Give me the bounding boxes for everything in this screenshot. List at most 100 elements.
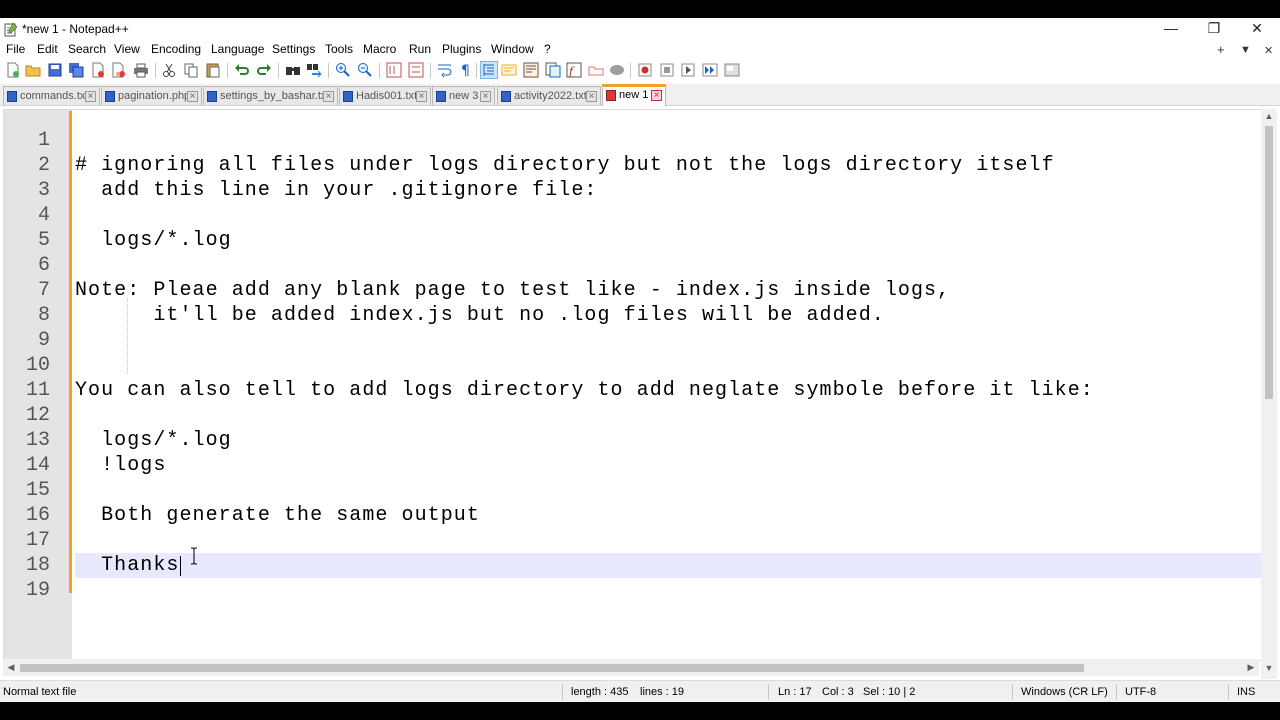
cut-icon[interactable] [161, 62, 177, 78]
line-number[interactable]: 10 [4, 353, 50, 378]
tab-close-icon[interactable]: × [586, 91, 597, 102]
code-line[interactable]: add this line in your .gitignore file: [75, 178, 597, 203]
tab-hadis001[interactable]: Hadis001.txt × [339, 86, 431, 105]
line-number[interactable]: 19 [4, 578, 50, 603]
line-number[interactable]: 2 [4, 153, 50, 178]
doc-list-icon[interactable] [545, 62, 561, 78]
line-number[interactable]: 1 [4, 128, 50, 153]
menu-tools[interactable]: Tools [325, 42, 353, 56]
sync-horizontal-icon[interactable] [408, 62, 424, 78]
menu-file[interactable]: File [6, 42, 25, 56]
line-number[interactable]: 8 [4, 303, 50, 328]
word-wrap-icon[interactable] [437, 62, 453, 78]
close-document-icon[interactable]: ✕ [1264, 44, 1273, 57]
close-window-button[interactable]: ✕ [1235, 18, 1279, 41]
menu-run[interactable]: Run [409, 42, 431, 56]
line-number[interactable]: 18 [4, 553, 50, 578]
tab-new-3[interactable]: new 3 × [432, 86, 495, 105]
tab-close-icon[interactable]: × [85, 91, 96, 102]
code-line[interactable]: You can also tell to add logs directory … [75, 378, 1094, 403]
find-icon[interactable] [285, 62, 301, 78]
code-line[interactable]: it'll be added index.js but no .log file… [75, 303, 885, 328]
tab-settings-by-bashar[interactable]: settings_by_bashar.txt × [203, 86, 338, 105]
line-number[interactable]: 7 [4, 278, 50, 303]
folder-workspace-icon[interactable] [588, 62, 604, 78]
new-file-icon[interactable] [5, 62, 21, 78]
sync-vertical-icon[interactable] [386, 62, 402, 78]
tab-close-icon[interactable]: × [187, 91, 198, 102]
text-editor[interactable]: 1 2 3 4 5 6 7 8 9 10 11 12 13 14 15 16 17 18 19 # ignoring… [3, 109, 1262, 661]
close-icon[interactable] [90, 62, 106, 78]
menu-view[interactable]: View [114, 42, 140, 56]
tab-close-icon[interactable]: × [651, 90, 662, 101]
line-number[interactable]: 12 [4, 403, 50, 428]
tab-list-dropdown-icon[interactable]: ▼ [1240, 44, 1251, 56]
open-file-icon[interactable] [25, 62, 41, 78]
scroll-right-icon[interactable]: ▶ [1243, 662, 1259, 673]
horizontal-scroll-thumb[interactable] [20, 664, 1084, 672]
zoom-out-icon[interactable] [357, 62, 373, 78]
line-number[interactable]: 6 [4, 253, 50, 278]
line-number[interactable]: 9 [4, 328, 50, 353]
line-number[interactable]: 15 [4, 478, 50, 503]
save-all-icon[interactable] [68, 62, 84, 78]
restore-button[interactable]: ❐ [1192, 18, 1236, 41]
tab-commands[interactable]: commands.txt × [3, 86, 100, 105]
menu-macro[interactable]: Macro [363, 42, 396, 56]
tab-close-icon[interactable]: × [416, 91, 427, 102]
zoom-in-icon[interactable] [335, 62, 351, 78]
monitoring-icon[interactable] [609, 62, 625, 78]
menu-edit[interactable]: Edit [37, 42, 58, 56]
replace-icon[interactable] [306, 62, 322, 78]
menu-settings[interactable]: Settings [272, 42, 315, 56]
code-line[interactable]: Both generate the same output [75, 503, 480, 528]
paste-icon[interactable] [205, 62, 221, 78]
status-insert-mode[interactable]: INS [1237, 686, 1255, 698]
function-list-icon[interactable]: f [566, 62, 582, 78]
horizontal-scrollbar[interactable]: ◀ ▶ [3, 659, 1259, 676]
menu-window[interactable]: Window [491, 42, 534, 56]
vertical-scrollbar[interactable]: ▲ ▼ [1261, 109, 1277, 679]
line-number[interactable]: 5 [4, 228, 50, 253]
close-all-icon[interactable] [111, 62, 127, 78]
code-line[interactable]: Thanks [75, 553, 180, 578]
menu-help[interactable]: ? [544, 42, 551, 56]
save-icon[interactable] [47, 62, 63, 78]
menu-plugins[interactable]: Plugins [442, 42, 481, 56]
line-number[interactable]: 3 [4, 178, 50, 203]
code-line[interactable]: logs/*.log [75, 428, 232, 453]
line-number[interactable]: 4 [4, 203, 50, 228]
line-number[interactable]: 16 [4, 503, 50, 528]
redo-icon[interactable] [256, 62, 272, 78]
undo-icon[interactable] [234, 62, 250, 78]
new-tab-icon[interactable]: + [1217, 42, 1225, 57]
menu-encoding[interactable]: Encoding [151, 42, 201, 56]
vertical-scroll-thumb[interactable] [1265, 126, 1273, 399]
code-line[interactable]: # ignoring all files under logs director… [75, 153, 1055, 178]
tab-new-1[interactable]: new 1 × [602, 84, 666, 106]
code-line[interactable]: logs/*.log [75, 228, 232, 253]
stop-macro-icon[interactable] [659, 62, 675, 78]
line-number[interactable]: 11 [4, 378, 50, 403]
status-encoding[interactable]: UTF-8 [1125, 686, 1156, 698]
save-macro-icon[interactable] [724, 62, 740, 78]
show-all-chars-icon[interactable]: ¶ [458, 62, 474, 78]
language-udl-icon[interactable] [501, 62, 517, 78]
print-icon[interactable] [133, 62, 149, 78]
status-eol[interactable]: Windows (CR LF) [1021, 686, 1108, 698]
scroll-left-icon[interactable]: ◀ [3, 662, 19, 673]
play-macro-icon[interactable] [680, 62, 696, 78]
tab-pagination[interactable]: pagination.php × [101, 86, 202, 105]
code-line[interactable]: !logs [75, 453, 166, 478]
code-line[interactable]: Note: Pleae add any blank page to test l… [75, 278, 950, 303]
tab-close-icon[interactable]: × [480, 91, 491, 102]
line-number[interactable]: 14 [4, 453, 50, 478]
indent-guide-icon[interactable] [480, 61, 498, 79]
tab-activity2022[interactable]: activity2022.txt × [497, 86, 601, 105]
menu-language[interactable]: Language [211, 42, 264, 56]
minimize-button[interactable]: — [1149, 18, 1193, 41]
scroll-down-icon[interactable]: ▼ [1261, 663, 1277, 673]
scroll-up-icon[interactable]: ▲ [1261, 111, 1277, 121]
line-number[interactable]: 13 [4, 428, 50, 453]
run-macro-multiple-icon[interactable] [702, 62, 718, 78]
